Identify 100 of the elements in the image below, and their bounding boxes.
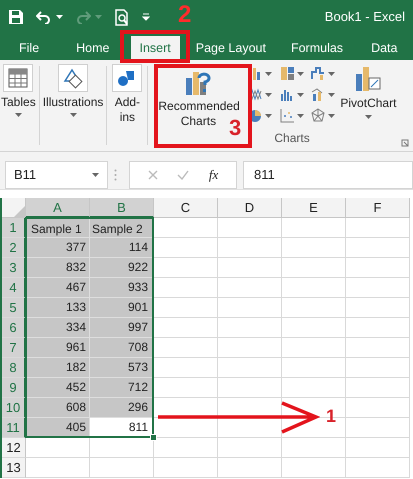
- caret-icon: [265, 72, 272, 76]
- empty-cell: [218, 338, 282, 358]
- ribbon-tab[interactable]: Formulas: [282, 36, 352, 60]
- caret-icon: [364, 115, 372, 119]
- caret-icon: [328, 72, 336, 76]
- row-header[interactable]: 11: [2, 418, 26, 438]
- table-cell: 961: [26, 338, 90, 358]
- print-preview-icon[interactable]: [114, 8, 130, 26]
- dialog-launcher-icon[interactable]: [401, 139, 409, 147]
- column-header[interactable]: A: [26, 198, 90, 218]
- ribbon-button[interactable]: Tables: [0, 60, 37, 151]
- empty-cell: [218, 358, 282, 378]
- ribbon-tab[interactable]: File: [10, 36, 48, 60]
- table-cell: 712: [90, 378, 154, 398]
- table-cell: Sample 1: [26, 218, 90, 238]
- ribbon-tab[interactable]: Insert: [130, 36, 180, 60]
- empty-cell: [282, 278, 346, 298]
- row-header[interactable]: 8: [2, 358, 26, 378]
- table-cell: 467: [26, 278, 90, 298]
- column-header[interactable]: E: [282, 198, 346, 218]
- name-box[interactable]: B11: [5, 160, 108, 188]
- table-cell: 573: [90, 358, 154, 378]
- caret-icon: [265, 92, 272, 96]
- row-header[interactable]: 5: [2, 298, 26, 318]
- insert-function-button[interactable]: fx: [208, 164, 218, 184]
- empty-cell: [346, 398, 410, 418]
- ribbon-tab[interactable]: Home: [67, 36, 118, 60]
- empty-cell: [218, 238, 282, 258]
- caret-icon: [95, 15, 102, 19]
- empty-cell: [90, 458, 154, 478]
- table-cell: 933: [90, 278, 154, 298]
- ribbon-tab[interactable]: Page Layout: [186, 36, 275, 60]
- empty-cell: [282, 378, 346, 398]
- save-icon[interactable]: [8, 9, 24, 25]
- empty-cell: [218, 298, 282, 318]
- formula-field[interactable]: 811: [243, 160, 413, 188]
- empty-cell: [346, 318, 410, 338]
- empty-cell: [346, 218, 410, 238]
- column-header[interactable]: D: [218, 198, 282, 218]
- empty-cell: [346, 378, 410, 398]
- empty-cell: [346, 418, 410, 438]
- row-header[interactable]: 3: [2, 258, 26, 278]
- empty-cell: [346, 438, 410, 458]
- empty-cell: [218, 278, 282, 298]
- radar-chart-icon[interactable]: [311, 108, 326, 123]
- empty-cell: [218, 418, 282, 438]
- row-header[interactable]: 1: [2, 218, 26, 238]
- row-header[interactable]: 13: [2, 458, 26, 478]
- row-header[interactable]: 12: [2, 438, 26, 458]
- column-header[interactable]: F: [346, 198, 410, 218]
- empty-cell: [346, 238, 410, 258]
- row-header[interactable]: 9: [2, 378, 26, 398]
- empty-cell: [154, 458, 218, 478]
- row-header[interactable]: 2: [2, 238, 26, 258]
- ribbon-button[interactable]: Add-ins: [109, 60, 146, 151]
- caret-icon: [70, 113, 77, 117]
- check-icon[interactable]: [177, 170, 190, 180]
- table-icon: [7, 67, 30, 89]
- caret-icon: [296, 72, 304, 76]
- empty-cell: [282, 318, 346, 338]
- group-label: Charts: [274, 130, 311, 147]
- caret-icon: [92, 172, 99, 176]
- caret-icon: [296, 114, 304, 118]
- statistic-chart-icon[interactable]: [280, 87, 295, 102]
- table-cell: 708: [90, 338, 154, 358]
- close-icon[interactable]: [148, 170, 158, 180]
- empty-cell: [218, 318, 282, 338]
- empty-cell: [282, 438, 346, 458]
- empty-cell: [218, 258, 282, 278]
- table-cell: 377: [26, 238, 90, 258]
- empty-cell: [282, 358, 346, 378]
- scatter-chart-icon[interactable]: [280, 108, 295, 123]
- row-header[interactable]: 10: [2, 398, 26, 418]
- empty-cell: [346, 298, 410, 318]
- table-cell: Sample 2: [90, 218, 154, 238]
- column-header[interactable]: B: [90, 198, 154, 218]
- table-cell: 182: [26, 358, 90, 378]
- table-cell: 452: [26, 378, 90, 398]
- ribbon-tab[interactable]: Data: [362, 36, 406, 60]
- waterfall-chart-icon[interactable]: [311, 66, 326, 81]
- caret-icon: [328, 92, 336, 96]
- row-header[interactable]: 7: [2, 338, 26, 358]
- empty-cell: [346, 358, 410, 378]
- row-header[interactable]: 6: [2, 318, 26, 338]
- empty-cell: [218, 458, 282, 478]
- window-title: Book1 - Excel: [324, 8, 405, 26]
- column-header[interactable]: C: [154, 198, 218, 218]
- drag-handle-icon[interactable]: [114, 168, 117, 180]
- customize-icon[interactable]: [142, 13, 150, 21]
- caret-icon: [56, 15, 63, 19]
- step-number: 1: [326, 406, 336, 426]
- hierarchy-chart-icon[interactable]: [280, 66, 295, 81]
- caret-icon: [296, 92, 304, 96]
- undo-icon[interactable]: [36, 10, 52, 24]
- ribbon-button[interactable]: Illustrations: [42, 60, 104, 151]
- pivot-chart-button[interactable]: PivotChart: [340, 60, 396, 151]
- row-header[interactable]: 4: [2, 278, 26, 298]
- table-cell: 133: [26, 298, 90, 318]
- empty-cell: [282, 458, 346, 478]
- table-cell: 296: [90, 398, 154, 418]
